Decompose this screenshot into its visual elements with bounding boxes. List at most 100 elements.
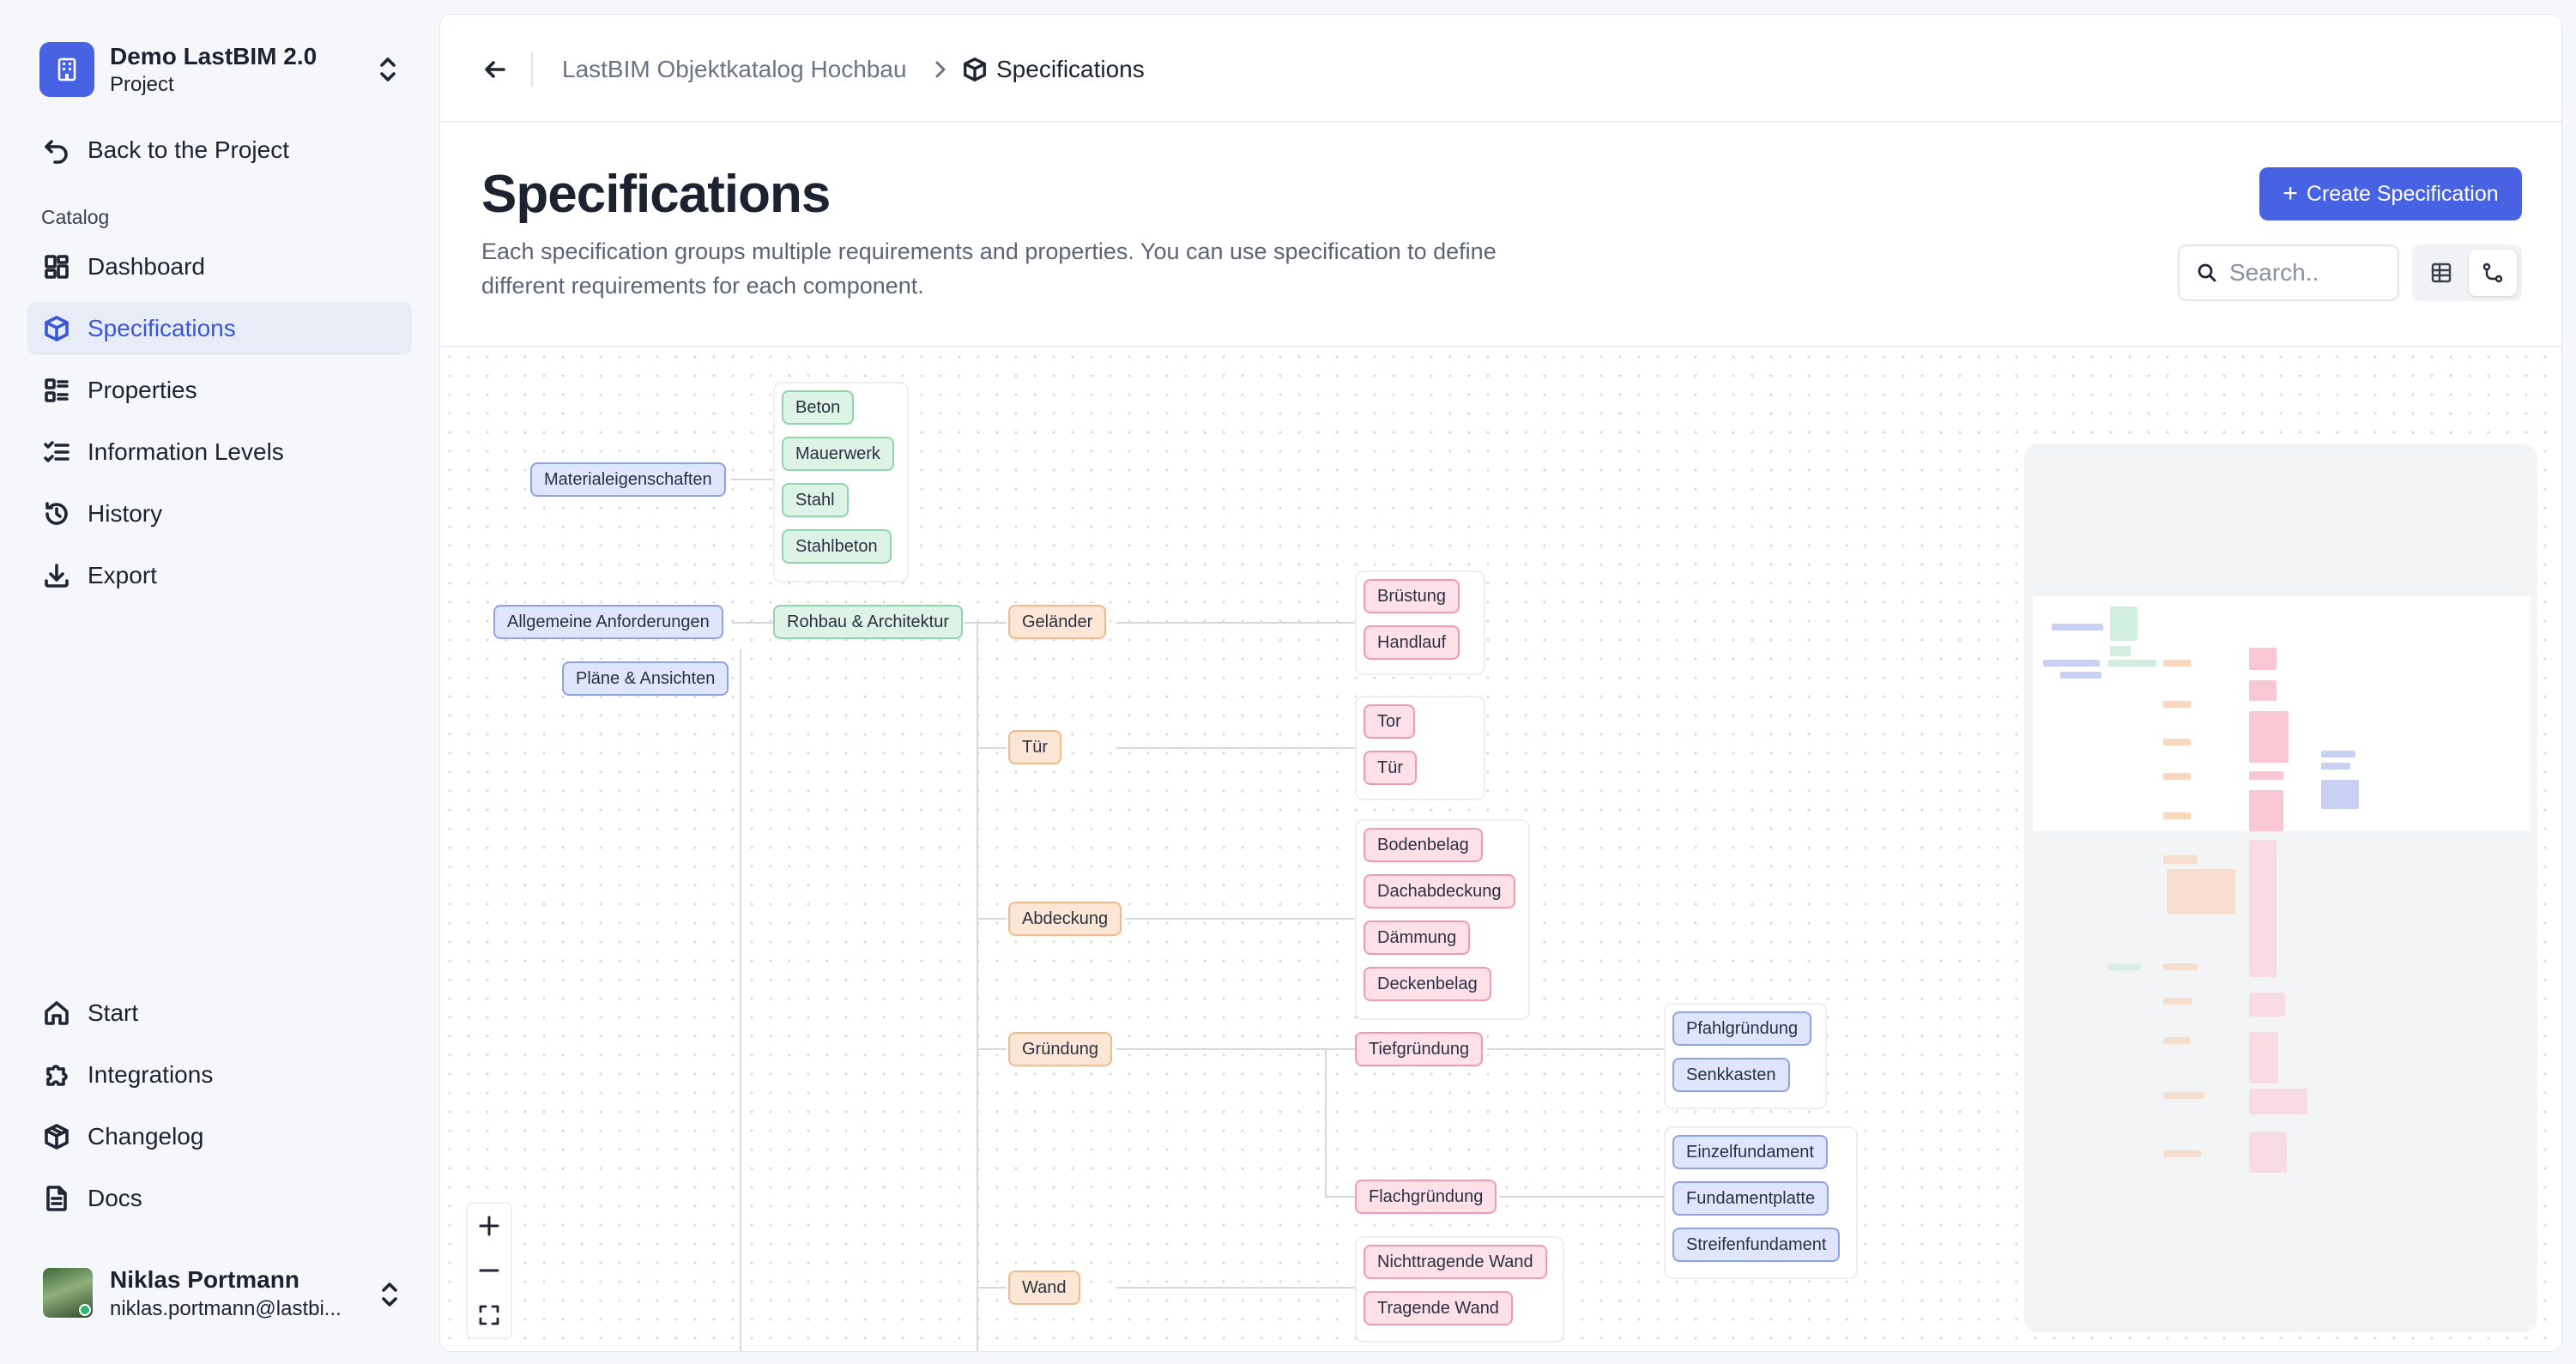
minimap-node <box>2249 771 2283 780</box>
page-description: Each specification groups multiple requi… <box>481 238 1497 299</box>
sidebar-item-docs[interactable]: Docs <box>27 1172 412 1225</box>
graph-node[interactable]: Einzelfundament <box>1672 1135 1828 1169</box>
graph-node[interactable]: Deckenbelag <box>1364 967 1491 1001</box>
sidebar-item-export[interactable]: Export <box>27 549 412 602</box>
properties-icon <box>41 375 72 406</box>
fit-view-button[interactable] <box>468 1293 511 1337</box>
graph-view-button[interactable] <box>2469 250 2517 296</box>
minimap-node <box>2108 660 2156 667</box>
document-icon <box>41 1183 72 1214</box>
graph-node[interactable]: Wand <box>1008 1270 1080 1305</box>
search-placeholder: Search.. <box>2229 259 2319 286</box>
view-toggle <box>2412 244 2522 301</box>
back-button[interactable] <box>478 52 512 87</box>
sidebar-item-label: Changelog <box>88 1123 204 1150</box>
graph-node[interactable]: Abdeckung <box>1008 902 1122 936</box>
graph-node[interactable]: Dachabdeckung <box>1364 874 1515 908</box>
chevrons-updown-icon <box>376 55 400 84</box>
user-menu[interactable]: Niklas Portmann niklas.portmann@lastbi..… <box>41 1263 402 1323</box>
graph-node[interactable]: Fundamentplatte <box>1672 1181 1829 1216</box>
graph-node[interactable]: Tiefgründung <box>1355 1032 1484 1066</box>
project-switcher[interactable]: Demo LastBIM 2.0 Project <box>39 39 400 100</box>
create-specification-button[interactable]: + Create Specification <box>2259 167 2522 220</box>
search-input[interactable]: Search.. <box>2178 244 2399 301</box>
sidebar-item-label: Properties <box>88 377 197 403</box>
create-button-label: Create Specification <box>2306 181 2499 206</box>
building-icon <box>39 42 94 97</box>
minimap-node <box>2249 1132 2287 1173</box>
graph-node[interactable]: Allgemeine Anforderungen <box>493 605 723 639</box>
sidebar-item-information-levels[interactable]: Information Levels <box>27 425 412 479</box>
download-icon <box>41 560 72 591</box>
graph-node[interactable]: Streifenfundament <box>1672 1228 1841 1262</box>
project-name: Demo LastBIM 2.0 <box>110 43 317 69</box>
minimap[interactable] <box>2024 444 2537 1332</box>
arrow-left-icon <box>485 61 505 78</box>
graph-icon <box>2482 263 2503 283</box>
back-label: Back to the Project <box>88 136 290 163</box>
chevrons-updown-icon <box>378 1280 402 1309</box>
avatar <box>43 1268 93 1318</box>
graph-node[interactable]: Stahl <box>782 483 849 517</box>
graph-node[interactable]: Rohbau & Architektur <box>773 605 963 639</box>
sidebar-item-integrations[interactable]: Integrations <box>27 1048 412 1101</box>
dashboard-icon <box>41 251 72 282</box>
minimap-node <box>2249 840 2277 977</box>
sidebar-item-properties[interactable]: Properties <box>27 364 412 417</box>
graph-node[interactable]: Nichttragende Wand <box>1364 1245 1547 1279</box>
graph-node[interactable]: Tür <box>1008 730 1061 764</box>
graph-node[interactable]: Senkkasten <box>1672 1058 1790 1092</box>
sidebar-item-dashboard[interactable]: Dashboard <box>27 240 412 293</box>
divider <box>531 52 533 87</box>
graph-node[interactable]: Gründung <box>1008 1032 1112 1066</box>
graph-node[interactable]: Pfahlgründung <box>1672 1011 1812 1046</box>
sidebar-item-history[interactable]: History <box>27 487 412 540</box>
graph-node[interactable]: Pläne & Ansichten <box>562 661 729 696</box>
minimap-node <box>2163 701 2191 708</box>
zoom-controls <box>466 1202 512 1339</box>
sidebar-item-label: Start <box>88 999 139 1026</box>
graph-node[interactable]: Bodenbelag <box>1364 828 1483 862</box>
graph-node[interactable]: Tor <box>1364 704 1415 739</box>
undo-arrow-icon <box>41 135 72 166</box>
page-title: Specifications <box>481 165 831 224</box>
cube-icon <box>962 56 988 83</box>
package-icon <box>41 1121 72 1152</box>
table-view-button[interactable] <box>2417 250 2465 296</box>
puzzle-icon <box>41 1059 72 1090</box>
minimap-node <box>2163 1037 2191 1044</box>
graph-node[interactable]: Stahlbeton <box>782 529 892 564</box>
graph-node[interactable]: Materialeigenschaften <box>530 462 726 497</box>
minimap-node <box>2249 1032 2278 1083</box>
chevron-right-icon <box>931 57 950 81</box>
minimap-node <box>2108 963 2141 970</box>
graph-node[interactable]: Geländer <box>1008 605 1107 639</box>
user-email: niklas.portmann@lastbi... <box>110 1297 342 1320</box>
graph-node[interactable]: Mauerwerk <box>782 437 894 471</box>
minimap-node <box>2249 680 2277 701</box>
sidebar-item-start[interactable]: Start <box>27 987 412 1040</box>
graph-node[interactable]: Handlauf <box>1364 625 1460 660</box>
sidebar-item-specifications[interactable]: Specifications <box>27 302 412 355</box>
sidebar-item-label: Specifications <box>88 315 236 341</box>
graph-node[interactable]: Dämmung <box>1364 920 1471 955</box>
zoom-out-button[interactable] <box>468 1248 511 1293</box>
graph-node[interactable]: Tür <box>1364 751 1417 785</box>
graph-canvas[interactable]: Materialeigenschaften Beton Mauerwerk St… <box>440 346 2561 1351</box>
graph-node[interactable]: Flachgründung <box>1355 1180 1497 1214</box>
sidebar-item-changelog[interactable]: Changelog <box>27 1110 412 1163</box>
graph-node[interactable]: Brüstung <box>1364 579 1460 613</box>
catalog-section-label: Catalog <box>41 206 110 228</box>
minimap-node <box>2249 711 2289 763</box>
zoom-in-button[interactable] <box>468 1204 511 1248</box>
project-subtitle: Project <box>110 73 174 96</box>
graph-node[interactable]: Tragende Wand <box>1364 1291 1513 1325</box>
minimap-node <box>2163 855 2198 864</box>
breadcrumb-catalog-link[interactable]: LastBIM Objektkatalog Hochbau <box>562 52 907 87</box>
back-to-project-link[interactable]: Back to the Project <box>27 124 412 177</box>
checklist-icon <box>41 437 72 468</box>
plus-icon <box>479 1216 499 1236</box>
minimap-node <box>2321 751 2355 757</box>
minimap-node <box>2163 998 2192 1005</box>
graph-node[interactable]: Beton <box>782 390 855 425</box>
